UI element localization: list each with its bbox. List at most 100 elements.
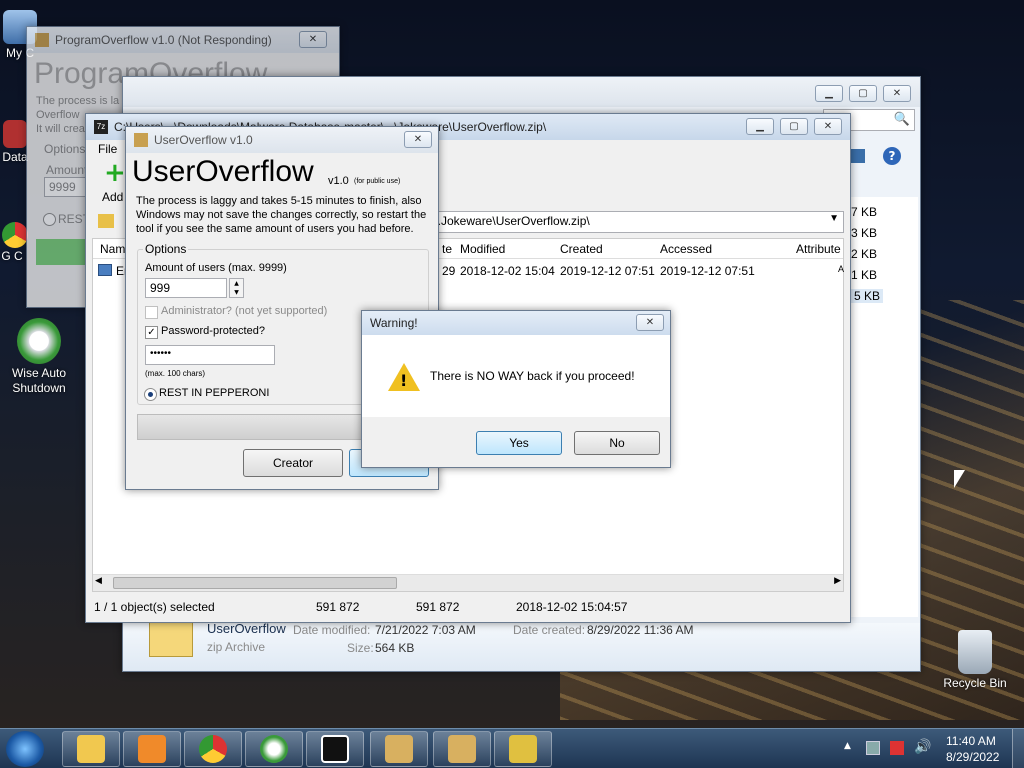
app-icon [134, 133, 148, 147]
taskbar-chrome[interactable] [184, 731, 242, 767]
warning-titlebar[interactable]: Warning! [362, 311, 670, 335]
warning-dialog[interactable]: Warning! ✕ ! There is NO WAY back if you… [361, 310, 671, 468]
warning-exclamation: ! [400, 371, 408, 390]
size-4: 1 KB [851, 268, 878, 282]
start-button[interactable] [6, 731, 44, 767]
size-label: Size: [347, 641, 374, 655]
maximize-icon[interactable]: ▢ [849, 85, 877, 102]
taskbar-explorer[interactable] [62, 731, 120, 767]
app-icon [35, 33, 49, 47]
taskbar-keytool[interactable] [494, 731, 552, 767]
password-checkbox[interactable]: ✓ [145, 326, 158, 339]
yes-button[interactable]: Yes [476, 431, 562, 455]
col-modified[interactable]: Modified [460, 242, 505, 256]
size-5: 5 KB [851, 289, 884, 303]
close-icon[interactable]: ✕ [883, 85, 911, 102]
administrator-checkbox[interactable] [145, 306, 158, 319]
col-accessed[interactable]: Accessed [660, 242, 712, 256]
show-desktop-button[interactable] [1012, 729, 1024, 768]
taskbar-programoverflow[interactable] [370, 731, 428, 767]
size-3: 2 KB [851, 247, 878, 261]
desktop-icon-wise-auto-shutdown[interactable]: Wise Auto Shutdown [2, 318, 76, 396]
password-input[interactable]: •••••• [145, 345, 275, 365]
close-icon[interactable]: ✕ [814, 118, 842, 135]
useroverflow-description: The process is laggy and takes 5-15 minu… [136, 195, 427, 235]
useroverflow-titlebar[interactable]: UserOverflow v1.0 [126, 127, 438, 153]
chrome-icon [199, 735, 227, 763]
amount-stepper[interactable]: ▲ ▼ [229, 278, 244, 298]
password-label: Password-protected? [161, 325, 265, 337]
action-center-icon[interactable] [890, 741, 904, 755]
menu-file[interactable]: File [98, 142, 117, 156]
help-icon[interactable]: ? [883, 147, 901, 165]
max-chars-note: (max. 100 chars) [145, 369, 206, 378]
status-size: 591 872 [316, 600, 360, 614]
scroll-right-icon[interactable]: ▶ [834, 576, 841, 586]
add-icon[interactable]: + [104, 160, 126, 186]
row-modified: 2018-12-02 15:04 [460, 264, 555, 278]
taskbar-useroverflow[interactable] [433, 731, 491, 767]
recycle-bin-icon [958, 630, 992, 674]
scroll-left-icon[interactable]: ◀ [95, 576, 102, 586]
minimize-icon[interactable]: ▁ [815, 85, 843, 102]
date-created-value: 8/29/2022 11:36 AM [587, 623, 694, 637]
explorer-titlebar[interactable] [123, 77, 920, 107]
amount-input[interactable]: 999 [145, 278, 227, 298]
search-icon[interactable]: 🔍 [894, 111, 910, 127]
status-selected: 1 / 1 object(s) selected [94, 600, 215, 614]
rest-in-pepperoni-radio[interactable] [144, 388, 157, 401]
view-icon[interactable] [851, 149, 865, 163]
details-file-name: UserOverflow [207, 621, 286, 636]
rest-in-pepperoni-label: REST IN PEPPERONI [159, 387, 270, 399]
scroll-thumb[interactable] [113, 577, 397, 589]
col-created[interactable]: Created [560, 242, 603, 256]
clock-date[interactable]: 8/29/2022 [946, 750, 999, 764]
useroverflow-icon [448, 735, 476, 763]
toolbar-add[interactable]: Add [102, 190, 123, 204]
taskbar-wise-auto-shutdown[interactable] [245, 731, 303, 767]
up-folder-icon[interactable] [98, 214, 114, 228]
minimize-icon[interactable]: ▁ [746, 118, 774, 135]
date-modified-value: 7/21/2022 7:03 AM [375, 623, 476, 637]
col-date[interactable]: te [442, 242, 452, 256]
col-attributes[interactable]: Attribute [796, 242, 841, 256]
7zip-icon: 7z [94, 120, 108, 134]
programoverflow-desc-3: It will crea [36, 123, 85, 135]
clock-time[interactable]: 11:40 AM [946, 734, 996, 748]
taskbar-7zip[interactable] [306, 731, 364, 767]
taskbar: ▲ 🔊 11:40 AM 8/29/2022 [0, 728, 1024, 768]
show-hidden-icons[interactable]: ▲ [844, 741, 851, 751]
options-label: Options [143, 242, 189, 256]
row-accessed: 2019-12-12 07:51 [660, 264, 755, 278]
chevron-down-icon[interactable]: ▼ [829, 213, 839, 224]
shortcut-icon [3, 120, 27, 148]
exe-file-icon [98, 264, 112, 276]
programoverflow-options-label: Options [44, 142, 86, 156]
close-icon[interactable]: ✕ [299, 31, 327, 48]
maximize-icon[interactable]: ▢ [780, 118, 808, 135]
desktop-icon-recycle-bin[interactable]: Recycle Bin [938, 630, 1012, 690]
row-te: 29 [442, 264, 456, 278]
row-attr: A [838, 264, 845, 274]
horizontal-scrollbar[interactable]: ◀ ▶ [93, 574, 843, 591]
status-packed: 591 872 [416, 600, 460, 614]
media-player-icon [138, 735, 166, 763]
row-created: 2019-12-12 07:51 [560, 264, 655, 278]
wise-auto-shutdown-icon [260, 735, 288, 763]
close-icon[interactable]: ✕ [404, 131, 432, 148]
warning-message: There is NO WAY back if you proceed! [430, 369, 635, 383]
creator-button[interactable]: Creator [243, 449, 343, 477]
date-created-label: Date created: [513, 623, 586, 637]
taskbar-media-player[interactable] [123, 731, 181, 767]
size-value: 564 KB [375, 641, 415, 655]
programoverflow-titlebar[interactable]: ProgramOverflow v1.0 (Not Responding) [27, 27, 339, 53]
network-icon[interactable] [866, 741, 880, 755]
size-2: 3 KB [851, 226, 878, 240]
volume-icon[interactable]: 🔊 [914, 739, 931, 755]
programoverflow-rest-radio[interactable] [43, 213, 56, 226]
address-bar[interactable]: ...Jokeware\UserOverflow.zip\ ▼ [426, 211, 844, 233]
details-file-type: zip Archive [207, 640, 266, 654]
no-button[interactable]: No [574, 431, 660, 455]
wise-auto-shutdown-icon [17, 318, 61, 364]
close-icon[interactable]: ✕ [636, 314, 664, 331]
